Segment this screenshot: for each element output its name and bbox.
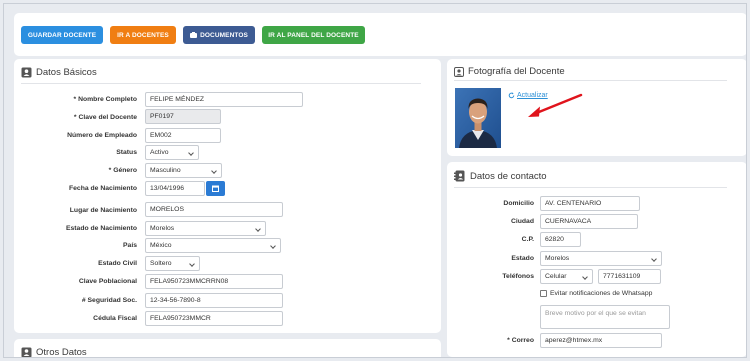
teacher-panel-label: IR AL PANEL DEL DOCENTE: [268, 31, 359, 39]
basic-data-panel: Datos Básicos * Nombre Completo FELIPE M…: [14, 59, 441, 333]
save-button[interactable]: GUARDAR DOCENTE: [21, 26, 103, 44]
fecha-input[interactable]: 13/04/1996: [145, 181, 205, 196]
telefonos-label: Teléfonos: [502, 273, 534, 280]
divider: [454, 80, 727, 81]
phone-type-select[interactable]: Celular: [540, 269, 593, 284]
contact-book-icon: [454, 170, 465, 182]
go-to-teachers-label: IR A DOCENTES: [117, 31, 169, 39]
app-window: GUARDAR DOCENTE IR A DOCENTES DOCUMENTOS…: [3, 3, 747, 358]
divider: [21, 83, 421, 84]
calendar-button[interactable]: [206, 181, 225, 196]
correo-label: * Correo: [507, 337, 534, 344]
user-icon: [21, 347, 32, 357]
whatsapp-checkbox[interactable]: [540, 290, 547, 297]
curp-label: Clave Poblacional: [78, 278, 137, 285]
whatsapp-label: Evitar notificaciones de Whatsapp: [550, 290, 653, 297]
action-toolbar: GUARDAR DOCENTE IR A DOCENTES DOCUMENTOS…: [14, 13, 746, 56]
ciudad-label: Ciudad: [510, 218, 534, 225]
status-select[interactable]: Activo: [145, 145, 199, 160]
clave-label: * Clave del Docente: [73, 114, 137, 121]
photo-title: Fotografía del Docente: [454, 66, 565, 77]
domicilio-label: Domicilio: [503, 200, 534, 207]
status-label: Status: [116, 149, 137, 156]
documents-icon: [190, 32, 198, 38]
nombre-input[interactable]: FELIPE MÉNDEZ: [145, 92, 303, 107]
whatsapp-reason-textarea[interactable]: Breve motivo por el que se evitan: [540, 305, 670, 329]
rfc-label: Cédula Fiscal: [93, 315, 137, 322]
estado-nac-select[interactable]: Morelos: [145, 221, 266, 236]
other-data-title: Otros Datos: [21, 347, 87, 357]
pais-label: País: [123, 242, 137, 249]
arrow-annotation: [528, 93, 583, 117]
correo-input[interactable]: aperez@htmex.mx: [540, 333, 662, 348]
civil-label: Estado Civil: [98, 260, 137, 267]
lugar-input[interactable]: MORELOS: [145, 202, 283, 217]
nss-label: # Seguridad Soc.: [81, 297, 137, 304]
other-data-panel: Otros Datos: [14, 339, 441, 357]
documents-button[interactable]: DOCUMENTOS: [183, 26, 255, 44]
teacher-panel-button[interactable]: IR AL PANEL DEL DOCENTE: [262, 26, 365, 44]
genero-select[interactable]: Masculino: [145, 163, 222, 178]
ciudad-input[interactable]: CUERNAVACA: [540, 214, 638, 229]
lugar-label: Lugar de Nacimiento: [69, 207, 137, 214]
fecha-label: Fecha de Nacimiento: [69, 185, 137, 192]
phone-input[interactable]: 7771631109: [598, 269, 661, 284]
clave-input[interactable]: PF0197: [145, 109, 221, 124]
camera-icon: [454, 66, 464, 77]
save-label: GUARDAR DOCENTE: [27, 31, 97, 39]
divider: [454, 187, 727, 188]
estado-nac-label: Estado de Nacimiento: [65, 225, 137, 232]
whatsapp-option: Evitar notificaciones de Whatsapp: [540, 290, 652, 297]
nombre-label: * Nombre Completo: [73, 96, 137, 103]
photo-panel: Fotografía del Docente Actualizar: [447, 59, 746, 156]
contact-title: Datos de contacto: [454, 170, 547, 182]
go-to-teachers-button[interactable]: IR A DOCENTES: [110, 26, 176, 44]
basic-data-title: Datos Básicos: [21, 67, 97, 78]
cp-input[interactable]: 62820: [540, 232, 581, 247]
genero-label: * Género: [108, 167, 137, 174]
rfc-input[interactable]: FELA950723MMCR: [145, 311, 283, 326]
curp-input[interactable]: FELA950723MMCRRN08: [145, 274, 283, 289]
nss-input[interactable]: 12-34-56-7890-8: [145, 293, 283, 308]
pais-select[interactable]: México: [145, 238, 281, 253]
documents-label: DOCUMENTOS: [200, 31, 248, 39]
domicilio-input[interactable]: AV. CENTENARIO: [540, 196, 640, 211]
estado-select[interactable]: Morelos: [540, 251, 662, 266]
empleado-input[interactable]: EM002: [145, 128, 221, 143]
contact-panel: Datos de contacto Domicilio AV. CENTENAR…: [447, 162, 746, 357]
empleado-label: Número de Empleado: [67, 132, 137, 139]
address-card-icon: [21, 67, 32, 78]
refresh-icon: [508, 92, 515, 99]
cp-label: C.P.: [521, 236, 534, 243]
civil-select[interactable]: Soltero: [145, 256, 200, 271]
estado-label: Estado: [511, 255, 534, 262]
teacher-photo: [455, 88, 501, 148]
calendar-icon: [212, 185, 219, 192]
